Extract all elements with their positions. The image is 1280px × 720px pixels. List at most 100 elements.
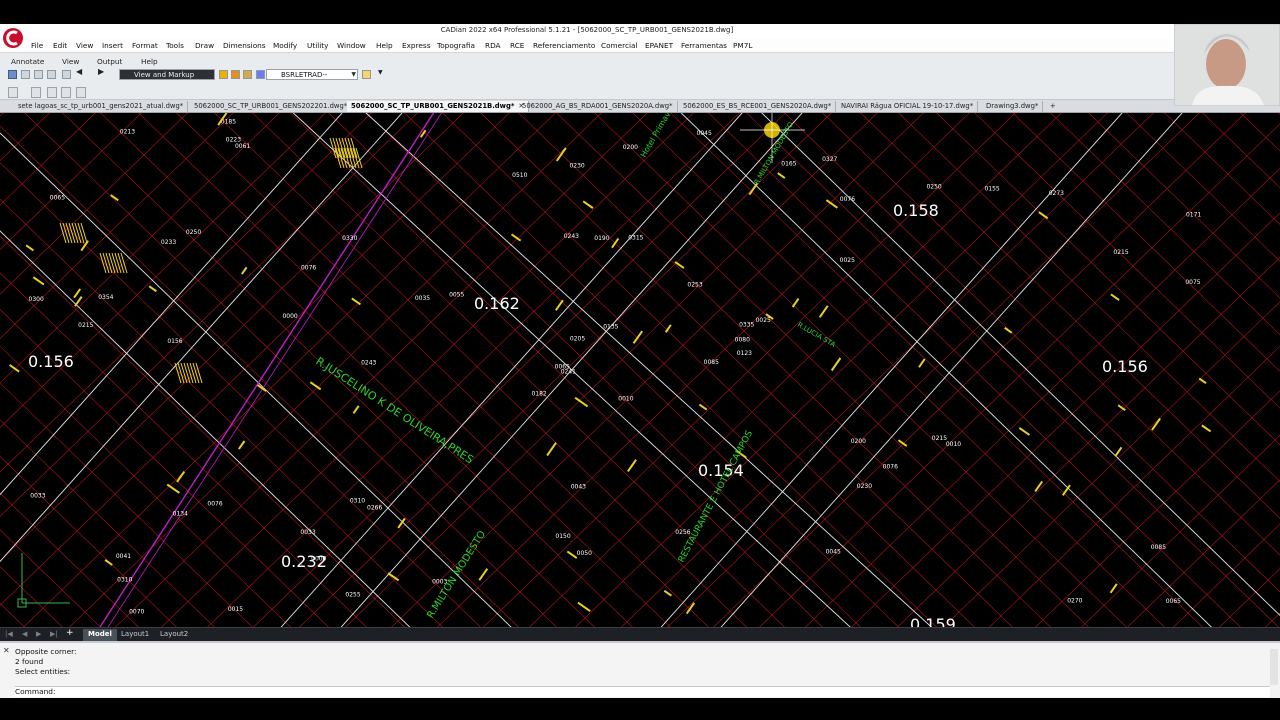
lot-line bbox=[746, 113, 1279, 627]
new-tab-icon[interactable]: + bbox=[1046, 101, 1060, 112]
menu-item-express[interactable]: Express bbox=[402, 41, 431, 50]
block-label: 0.156 bbox=[28, 352, 74, 371]
tab-layout1[interactable]: Layout1 bbox=[116, 629, 154, 641]
ribbon-tab-help[interactable]: Help bbox=[141, 57, 158, 66]
hatch-mark bbox=[195, 362, 203, 384]
menu-item-topografia[interactable]: Topografia bbox=[437, 41, 475, 50]
lot-line bbox=[1265, 612, 1280, 627]
pan-icon[interactable] bbox=[47, 87, 57, 98]
yellow-annotation bbox=[238, 440, 246, 450]
new-file-icon[interactable] bbox=[8, 70, 17, 79]
redo-icon[interactable]: ▶ bbox=[98, 67, 107, 76]
lot-line bbox=[366, 113, 899, 627]
window-title: CADian 2022 x64 Professional 5.1.21 - [5… bbox=[440, 26, 734, 34]
lot-number: 0223 bbox=[226, 137, 241, 144]
tab-layout2[interactable]: Layout2 bbox=[155, 629, 193, 641]
add-layout-icon[interactable]: + bbox=[66, 628, 74, 638]
lot-line bbox=[0, 162, 481, 627]
layer-lock-icon[interactable] bbox=[243, 70, 252, 79]
block-label: 0.232 bbox=[281, 552, 327, 571]
layer-manager-icon[interactable] bbox=[362, 70, 371, 79]
menu-item-referenciamento[interactable]: Referenciamento bbox=[533, 41, 595, 50]
next-layout-icon[interactable]: ▶ bbox=[36, 630, 41, 638]
menu-item-tools[interactable]: Tools bbox=[166, 41, 184, 50]
document-tab[interactable]: 5062000_SC_TP_URB001_GENS2021B.dwg* ✕ bbox=[347, 101, 530, 112]
menu-item-view[interactable]: View bbox=[76, 41, 93, 50]
lot-number: 0070 bbox=[129, 608, 144, 615]
lot-number: 0253 bbox=[687, 282, 702, 289]
menu-item-insert[interactable]: Insert bbox=[102, 41, 123, 50]
menu-item-utility[interactable]: Utility bbox=[307, 41, 328, 50]
menu-item-edit[interactable]: Edit bbox=[53, 41, 67, 50]
ribbon-tab-view[interactable]: View bbox=[62, 57, 79, 66]
lot-number: 0315 bbox=[628, 234, 643, 241]
select-icon[interactable] bbox=[8, 87, 18, 98]
open-file-icon[interactable] bbox=[21, 70, 30, 79]
menu-item-epanet[interactable]: EPANET bbox=[645, 41, 673, 50]
restaurant-label: RESTAURANTE E HOTEL CAMPOS bbox=[677, 429, 755, 565]
hatch-mark bbox=[108, 252, 116, 274]
save-as-icon[interactable] bbox=[47, 70, 56, 79]
ribbon-tab-output[interactable]: Output bbox=[97, 57, 122, 66]
lot-number: 0045 bbox=[826, 548, 841, 555]
menu-item-help[interactable]: Help bbox=[376, 41, 393, 50]
tab-model[interactable]: Model bbox=[83, 629, 117, 641]
undo-icon[interactable]: ◀ bbox=[76, 67, 85, 76]
lot-number: 0270 bbox=[1067, 597, 1082, 604]
document-tab[interactable]: 5062000_ES_BS_RCE001_GENS2020A.dwg* bbox=[679, 101, 837, 112]
layer-color-icon[interactable] bbox=[256, 70, 265, 79]
print-icon[interactable] bbox=[62, 70, 71, 79]
properties-icon[interactable] bbox=[76, 87, 86, 98]
menu-item-window[interactable]: Window bbox=[337, 41, 366, 50]
lot-number: 0354 bbox=[98, 294, 113, 301]
document-tab-label: sete lagoas_sc_tp_urb001_gens2021_atual.… bbox=[18, 102, 184, 110]
save-icon[interactable] bbox=[34, 70, 43, 79]
yellow-annotation bbox=[627, 459, 637, 473]
yellow-annotation bbox=[818, 305, 829, 318]
block-label: 0.159 bbox=[910, 615, 956, 627]
menu-bar: File Edit View Insert Format Tools Draw Dimensi… bbox=[0, 38, 1174, 53]
menu-item-draw[interactable]: Draw bbox=[195, 41, 214, 50]
ribbon-tab-annotate[interactable]: Annotate bbox=[11, 57, 44, 66]
street-edge bbox=[365, 113, 933, 627]
document-tab[interactable]: 5062000_SC_TP_URB001_GENS202201.dwg* bbox=[190, 101, 353, 112]
command-scrollbar[interactable] bbox=[1270, 649, 1278, 685]
menu-item-modify[interactable]: Modify bbox=[273, 41, 297, 50]
yellow-annotation bbox=[25, 244, 35, 252]
document-tab[interactable]: 5062000_AG_BS_RDA001_GENS2020A.dwg* bbox=[518, 101, 678, 112]
menu-item-pm7l[interactable]: PM7L bbox=[733, 41, 752, 50]
workspace-select[interactable]: View and Markup ▼ bbox=[119, 69, 215, 80]
layer-bulb-icon[interactable] bbox=[219, 70, 228, 79]
menu-item-file[interactable]: File bbox=[31, 41, 43, 50]
drawing-canvas[interactable]: 0010 0233 0241 0041 0335 0266 0327 0315 0076 0085… bbox=[0, 113, 1280, 627]
lot-number: 0255 bbox=[345, 591, 360, 598]
layer-select[interactable]: BSRLETRAD-- ▼ bbox=[266, 69, 358, 80]
document-tab[interactable]: sete lagoas_sc_tp_urb001_gens2021_atual.… bbox=[14, 101, 189, 112]
cad-drawing[interactable]: 0010023302410041033502660327031500760085… bbox=[0, 113, 1280, 627]
command-line[interactable]: Command: bbox=[15, 686, 1270, 697]
lot-number: 0065 bbox=[555, 363, 570, 370]
lot-number: 0310 bbox=[117, 576, 132, 583]
menu-item-ferramentas[interactable]: Ferramentas bbox=[681, 41, 727, 50]
menu-item-format[interactable]: Format bbox=[132, 41, 158, 50]
lot-line bbox=[345, 113, 878, 627]
document-tab[interactable]: Drawing3.dwg* bbox=[982, 101, 1044, 112]
hatch-mark bbox=[65, 222, 73, 244]
regen-icon[interactable] bbox=[61, 87, 71, 98]
layer-sun-icon[interactable] bbox=[231, 70, 240, 79]
toolbar-overflow-icon[interactable]: ▼ bbox=[378, 69, 387, 78]
menu-item-dimensions[interactable]: Dimensions bbox=[223, 41, 266, 50]
menu-item-rce[interactable]: RCE bbox=[510, 41, 524, 50]
command-history: Opposite corner: 2 found Select entities… bbox=[15, 647, 77, 677]
block-label: 0.156 bbox=[1102, 357, 1148, 376]
prev-layout-icon[interactable]: ◀ bbox=[22, 630, 27, 638]
menu-item-rda[interactable]: RDA bbox=[485, 41, 501, 50]
document-tab[interactable]: NAVIRAI Rágua OFICIAL 19-10-17.dwg* bbox=[837, 101, 979, 112]
zoom-icon[interactable] bbox=[31, 87, 41, 98]
first-layout-icon[interactable]: |◀ bbox=[5, 630, 13, 638]
command-history-line: Opposite corner: bbox=[15, 647, 77, 656]
yellow-annotation bbox=[546, 442, 557, 457]
menu-item-comercial[interactable]: Comercial bbox=[601, 41, 638, 50]
close-icon[interactable]: ✕ bbox=[3, 646, 10, 655]
last-layout-icon[interactable]: ▶| bbox=[50, 630, 58, 638]
